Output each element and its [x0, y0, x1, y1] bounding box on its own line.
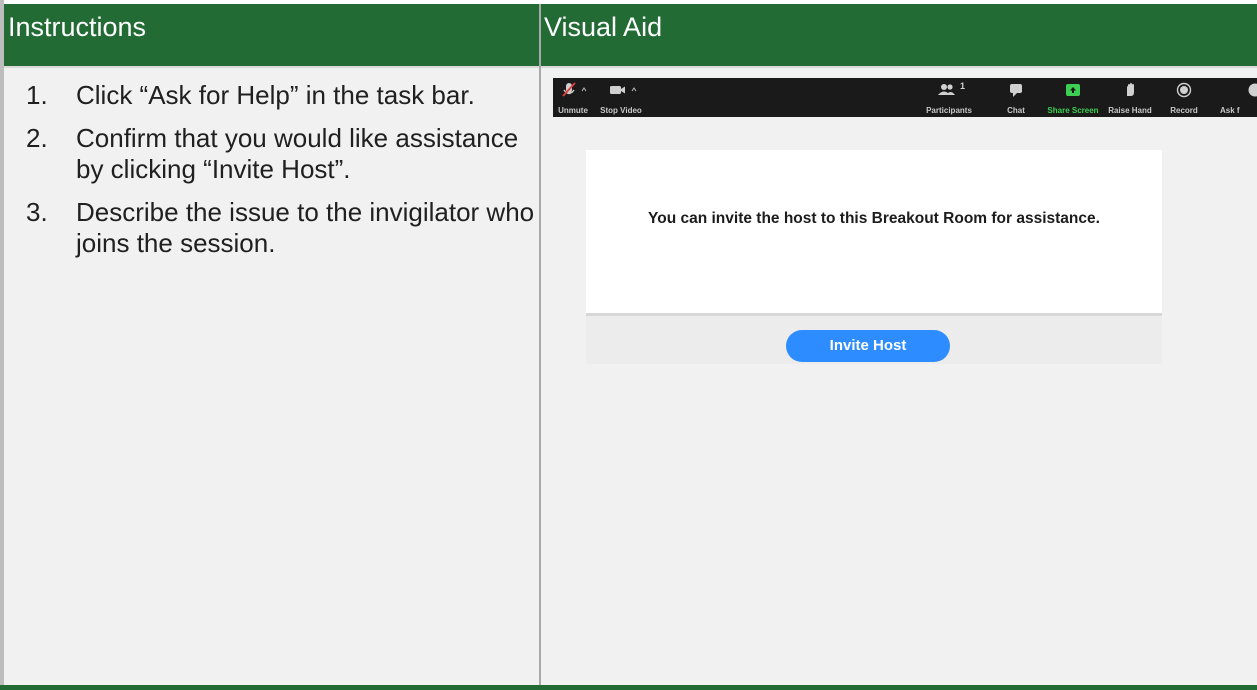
raise-hand-icon	[1127, 83, 1134, 96]
instructions-cell: 1. Click “Ask for Help” in the task bar.…	[4, 68, 539, 685]
unmute-button[interactable]: Unmute	[555, 78, 591, 117]
header-instructions: Instructions	[4, 4, 540, 66]
ask-for-help-label: Ask f	[1220, 106, 1240, 115]
invite-host-button[interactable]: Invite Host	[786, 330, 950, 362]
invite-host-dialog: You can invite the host to this Breakout…	[586, 150, 1162, 313]
step-number: 3.	[26, 197, 48, 227]
header-visual-aid: Visual Aid	[540, 4, 1257, 66]
instruction-steps: 1. Click “Ask for Help” in the task bar.…	[4, 80, 539, 271]
record-label: Record	[1170, 106, 1198, 115]
stop-video-label: Stop Video	[600, 106, 642, 115]
participants-label: Participants	[926, 106, 972, 115]
chat-icon	[1010, 84, 1022, 97]
header-instructions-label: Instructions	[8, 12, 147, 42]
zoom-toolbar: Unmute Stop Video 1 Participants Chat Sh…	[553, 78, 1257, 117]
dialog-message: You can invite the host to this Breakout…	[648, 210, 1100, 227]
share-screen-label: Share Screen	[1047, 106, 1099, 115]
raise-hand-label: Raise Hand	[1108, 106, 1152, 115]
step-number: 2.	[26, 123, 48, 153]
chat-button[interactable]: Chat	[1001, 78, 1031, 117]
step-item: 2. Confirm that you would like assistanc…	[4, 123, 539, 185]
muted-mic-icon	[562, 82, 587, 97]
raise-hand-button[interactable]: Raise Hand	[1107, 78, 1153, 117]
share-screen-icon	[1066, 84, 1080, 96]
stop-video-button[interactable]: Stop Video	[597, 78, 645, 117]
share-screen-button[interactable]: Share Screen	[1045, 78, 1101, 117]
step-number: 1.	[26, 80, 48, 110]
record-icon	[1176, 82, 1192, 98]
step-item: 1. Click “Ask for Help” in the task bar.	[4, 80, 539, 111]
bottom-border	[0, 685, 1257, 690]
unmute-label: Unmute	[558, 106, 588, 115]
instruction-table: Instructions Visual Aid 1. Click “Ask fo…	[0, 0, 1257, 690]
step-item: 3. Describe the issue to the invigilator…	[4, 197, 539, 259]
participants-count: 1	[960, 81, 966, 91]
step-text: Confirm that you would like assistance b…	[76, 123, 519, 184]
visual-aid-cell: Unmute Stop Video 1 Participants Chat Sh…	[541, 68, 1257, 685]
ask-for-help-button[interactable]: Ask f	[1214, 78, 1257, 117]
chat-label: Chat	[1007, 106, 1025, 115]
header-visual-aid-label: Visual Aid	[544, 12, 663, 42]
help-icon	[1248, 83, 1257, 97]
camera-icon	[610, 86, 637, 94]
record-button[interactable]: Record	[1164, 78, 1204, 117]
step-text: Click “Ask for Help” in the task bar.	[76, 80, 475, 110]
participants-button[interactable]: 1 Participants	[923, 78, 975, 117]
step-text: Describe the issue to the invigilator wh…	[76, 197, 535, 258]
